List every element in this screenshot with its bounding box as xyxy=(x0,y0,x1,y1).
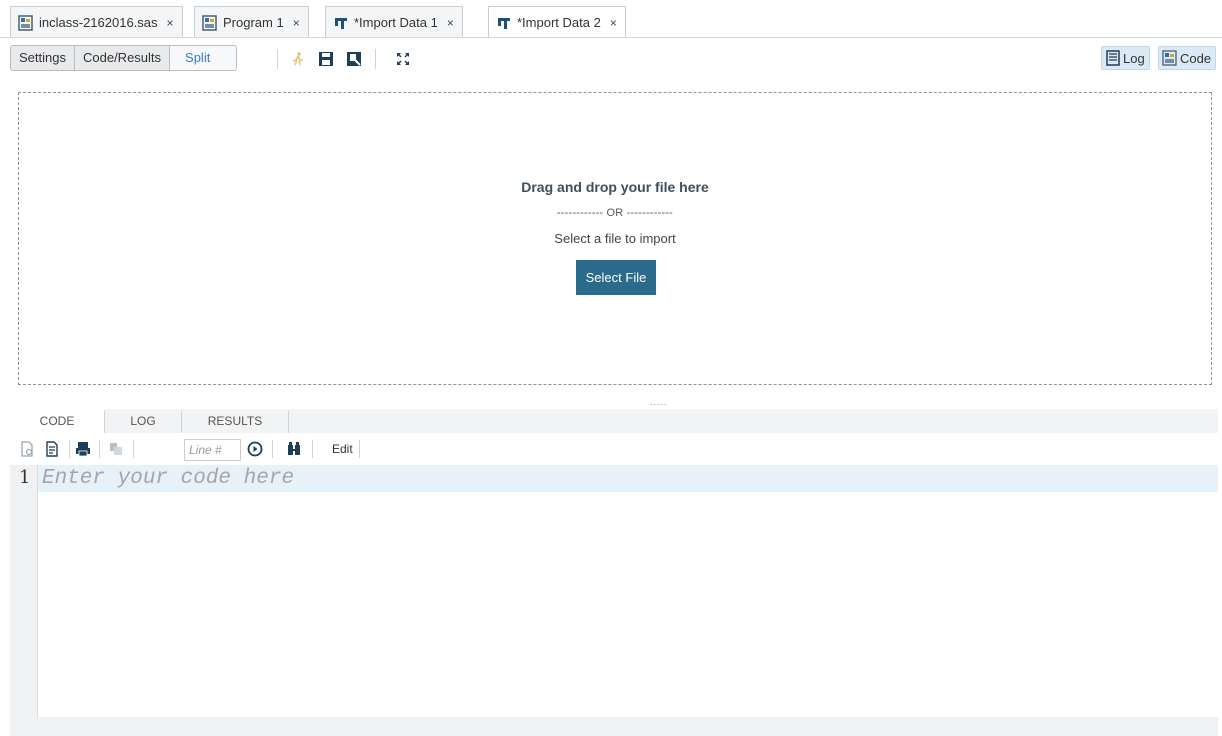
new-document-icon[interactable] xyxy=(19,441,35,457)
tab-label: Program 1 xyxy=(223,15,284,30)
toolbar-divider xyxy=(277,49,278,69)
sas-program-icon xyxy=(18,14,33,31)
code-results-button[interactable]: Code/Results xyxy=(74,46,171,70)
line-number-input[interactable]: Line # xyxy=(184,439,241,461)
lower-panel-tabs: CODE LOG RESULTS xyxy=(10,409,1218,433)
toolbar-divider xyxy=(375,49,376,69)
import-data-icon xyxy=(498,17,510,29)
line-number: 1 xyxy=(19,467,31,488)
save-icon[interactable] xyxy=(318,51,334,67)
tab-program-1[interactable]: Program 1 × xyxy=(194,6,309,38)
tab-label: *Import Data 2 xyxy=(517,15,601,30)
select-file-button[interactable]: Select File xyxy=(576,260,656,295)
edit-button[interactable]: Edit xyxy=(332,442,353,456)
log-icon xyxy=(1106,50,1120,66)
toolbar-divider xyxy=(99,440,100,458)
toolbar-divider xyxy=(272,440,273,458)
find-icon[interactable] xyxy=(286,441,302,457)
code-icon xyxy=(1162,50,1177,66)
close-icon[interactable]: × xyxy=(167,16,174,30)
code-button[interactable]: Code xyxy=(1158,46,1217,70)
close-icon[interactable]: × xyxy=(447,16,454,30)
tab-log[interactable]: LOG xyxy=(105,409,181,433)
close-icon[interactable]: × xyxy=(610,16,617,30)
import-data-icon xyxy=(335,17,347,29)
tab-inclass-program[interactable]: inclass-2162016.sas × xyxy=(10,6,183,38)
tab-label: *Import Data 1 xyxy=(354,15,438,30)
go-to-line-icon[interactable] xyxy=(247,441,263,457)
toolbar-divider xyxy=(359,440,360,458)
settings-button[interactable]: Settings xyxy=(11,46,75,70)
log-button[interactable]: Log xyxy=(1101,46,1150,70)
document-list-icon[interactable] xyxy=(44,441,60,457)
tab-strip: inclass-2162016.sas × Program 1 × *Impor… xyxy=(0,0,1222,38)
code-editor[interactable]: 1 Enter your code here xyxy=(10,465,1218,717)
tab-divider xyxy=(288,411,289,433)
tab-import-data-2[interactable]: *Import Data 2 × xyxy=(488,6,626,38)
toolbar-divider xyxy=(69,440,70,458)
copy-icon[interactable] xyxy=(108,441,124,457)
tab-results[interactable]: RESULTS xyxy=(182,409,288,433)
code-editor-placeholder: Enter your code here xyxy=(42,467,295,490)
drop-zone-subtitle: Select a file to import xyxy=(554,231,676,246)
drop-zone-or-divider: ------------ OR ------------ xyxy=(556,207,674,219)
log-button-label: Log xyxy=(1123,50,1145,66)
tab-label: inclass-2162016.sas xyxy=(39,15,158,30)
tab-code[interactable]: CODE xyxy=(10,409,104,433)
drop-zone-title: Drag and drop your file here xyxy=(521,179,709,195)
run-icon[interactable] xyxy=(290,51,306,67)
split-button[interactable]: Split xyxy=(170,46,237,70)
editor-toolbar: Line # Edit xyxy=(10,434,1218,464)
print-icon[interactable] xyxy=(75,441,91,457)
toolbar-divider xyxy=(312,440,313,458)
maximize-icon[interactable] xyxy=(395,51,411,67)
close-icon[interactable]: × xyxy=(293,16,300,30)
main-toolbar: Settings Code/Results Split Log Code xyxy=(0,38,1222,78)
file-drop-zone[interactable]: Drag and drop your file here -----------… xyxy=(18,92,1212,385)
save-as-icon[interactable] xyxy=(346,51,362,67)
editor-status-bar xyxy=(10,717,1218,736)
sas-program-icon xyxy=(202,14,217,31)
view-mode-segmented-control: Settings Code/Results Split xyxy=(10,45,238,71)
splitter-grip[interactable]: ..... xyxy=(650,398,668,407)
tab-import-data-1[interactable]: *Import Data 1 × xyxy=(325,6,463,38)
code-button-label: Code xyxy=(1180,50,1212,66)
line-number-gutter xyxy=(10,465,38,717)
toolbar-divider xyxy=(133,440,134,458)
